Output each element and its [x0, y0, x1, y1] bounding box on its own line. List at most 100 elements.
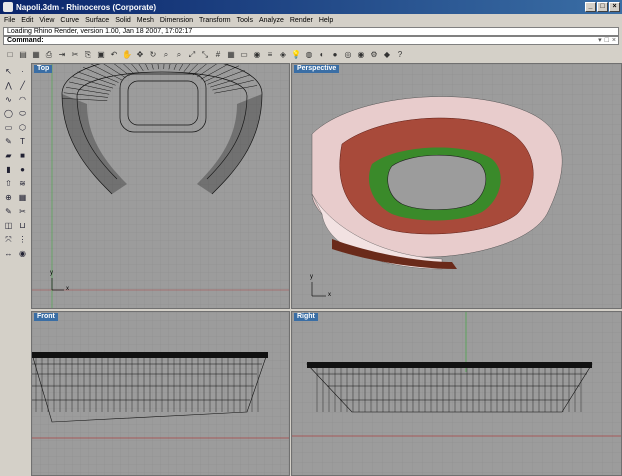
rectangle-icon[interactable]: ▭: [2, 121, 15, 134]
menu-mesh[interactable]: Mesh: [137, 17, 154, 24]
zoom-icon[interactable]: ⌕: [160, 49, 172, 61]
sphere-icon[interactable]: ●: [16, 163, 29, 176]
cylinder-icon[interactable]: ▮: [2, 163, 15, 176]
menu-file[interactable]: File: [4, 17, 15, 24]
dim-icon[interactable]: ↔: [2, 247, 15, 260]
arc-icon[interactable]: ◠: [16, 93, 29, 106]
menu-surface[interactable]: Surface: [85, 17, 109, 24]
print-icon[interactable]: ⎙: [43, 49, 55, 61]
select-icon[interactable]: ↖: [2, 65, 15, 78]
maximize-button[interactable]: □: [597, 2, 608, 12]
4view-icon[interactable]: ▦: [225, 49, 237, 61]
array-icon[interactable]: ⋮: [16, 233, 29, 246]
osnap-icon[interactable]: ◆: [381, 49, 393, 61]
window-controls: _ □ ×: [585, 2, 620, 12]
menu-solid[interactable]: Solid: [115, 17, 131, 24]
join-icon[interactable]: ⊔: [16, 219, 29, 232]
menu-render[interactable]: Render: [290, 17, 313, 24]
split-icon[interactable]: ◫: [2, 219, 15, 232]
material-icon[interactable]: ◍: [303, 49, 315, 61]
menu-dimension[interactable]: Dimension: [160, 17, 193, 24]
extrude-icon[interactable]: ⇧: [2, 177, 15, 190]
zoom-selected-icon[interactable]: ⤡: [199, 49, 211, 61]
viewport-right[interactable]: Right: [291, 311, 622, 476]
menu-edit[interactable]: Edit: [21, 17, 33, 24]
command-label: Command:: [7, 37, 44, 44]
front-view-drawing: [32, 312, 289, 475]
curve-icon[interactable]: ∿: [2, 93, 15, 106]
cut-icon[interactable]: ✂: [69, 49, 81, 61]
trim-icon[interactable]: ✂: [16, 205, 29, 218]
point-icon[interactable]: ·: [16, 65, 29, 78]
polygon-icon[interactable]: ⬡: [16, 121, 29, 134]
top-view-drawing: [32, 64, 289, 308]
menu-tools[interactable]: Tools: [237, 17, 253, 24]
paste-icon[interactable]: ▣: [95, 49, 107, 61]
surface-icon[interactable]: ▰: [2, 149, 15, 162]
undo-icon[interactable]: ↶: [108, 49, 120, 61]
menu-analyze[interactable]: Analyze: [259, 17, 284, 24]
render-icon[interactable]: ◎: [342, 49, 354, 61]
loft-icon[interactable]: ≋: [16, 177, 29, 190]
circle-icon[interactable]: ◯: [2, 107, 15, 120]
perspective-view-drawing: [292, 64, 621, 308]
ellipse-icon[interactable]: ⬭: [16, 107, 29, 120]
help-icon[interactable]: ?: [394, 49, 406, 61]
polyline-icon[interactable]: ⋀: [2, 79, 15, 92]
title-bar: Napoli.3dm - Rhinoceros (Corporate) _ □ …: [0, 0, 622, 14]
zoom-window-icon[interactable]: ⌕: [173, 49, 185, 61]
command-close-icon[interactable]: ×: [612, 37, 616, 44]
viewport-front[interactable]: Front: [31, 311, 290, 476]
menu-transform[interactable]: Transform: [199, 17, 231, 24]
hand-icon[interactable]: ✋: [121, 49, 133, 61]
option-icon[interactable]: ⚙: [368, 49, 380, 61]
line-icon[interactable]: ╱: [16, 79, 29, 92]
rhino-app-icon: [3, 2, 13, 12]
save-icon[interactable]: ▦: [30, 49, 42, 61]
menu-help[interactable]: Help: [319, 17, 333, 24]
viewport-label-perspective[interactable]: Perspective: [294, 65, 340, 73]
transform-icon[interactable]: ⤧: [2, 233, 15, 246]
sphere-icon[interactable]: ●: [329, 49, 341, 61]
pan-icon[interactable]: ✥: [134, 49, 146, 61]
command-restore-icon[interactable]: □: [605, 37, 609, 44]
camera-icon[interactable]: ◉: [251, 49, 263, 61]
command-history: Loading Rhino Render, version 1.00, Jan …: [3, 27, 619, 36]
grid-icon[interactable]: #: [212, 49, 224, 61]
viewport-label-top[interactable]: Top: [34, 65, 53, 73]
command-line[interactable]: Command: ▾ □ ×: [3, 36, 619, 45]
rotate-icon[interactable]: ↻: [147, 49, 159, 61]
viewport-label-right[interactable]: Right: [294, 313, 318, 321]
box-icon[interactable]: ■: [16, 149, 29, 162]
edit-icon[interactable]: ✎: [2, 205, 15, 218]
window-title: Napoli.3dm - Rhinoceros (Corporate): [16, 2, 157, 12]
viewport-top[interactable]: Top x y: [31, 63, 290, 309]
viewport-label-front[interactable]: Front: [34, 313, 58, 321]
zoom-extents-icon[interactable]: ⤢: [186, 49, 198, 61]
properties-icon[interactable]: ◈: [277, 49, 289, 61]
text-icon[interactable]: T: [16, 135, 29, 148]
right-view-drawing: [292, 312, 621, 475]
open-icon[interactable]: ▤: [17, 49, 29, 61]
mesh-icon[interactable]: ▦: [16, 191, 29, 204]
boolean-icon[interactable]: ⊕: [2, 191, 15, 204]
right-roofline: [307, 362, 592, 368]
globe-icon[interactable]: ◉: [355, 49, 367, 61]
render-icon[interactable]: ◉: [16, 247, 29, 260]
layer-icon[interactable]: ≡: [264, 49, 276, 61]
minimize-button[interactable]: _: [585, 2, 596, 12]
menu-view[interactable]: View: [39, 17, 54, 24]
copy-icon[interactable]: ⎘: [82, 49, 94, 61]
freeform-icon[interactable]: ✎: [2, 135, 15, 148]
color-icon[interactable]: ◐: [316, 49, 328, 61]
menu-curve[interactable]: Curve: [60, 17, 79, 24]
viewport-perspective[interactable]: Perspective x y: [291, 63, 622, 309]
new-icon[interactable]: □: [4, 49, 16, 61]
lightbulb-icon[interactable]: 💡: [290, 49, 302, 61]
axis-x-label-top: x: [66, 286, 69, 292]
command-dropdown-icon[interactable]: ▾: [598, 37, 602, 44]
import-icon[interactable]: ⇥: [56, 49, 68, 61]
menu-bar: File Edit View Curve Surface Solid Mesh Dimensi…: [0, 14, 622, 26]
close-button[interactable]: ×: [609, 2, 620, 12]
plan-icon[interactable]: ▭: [238, 49, 250, 61]
